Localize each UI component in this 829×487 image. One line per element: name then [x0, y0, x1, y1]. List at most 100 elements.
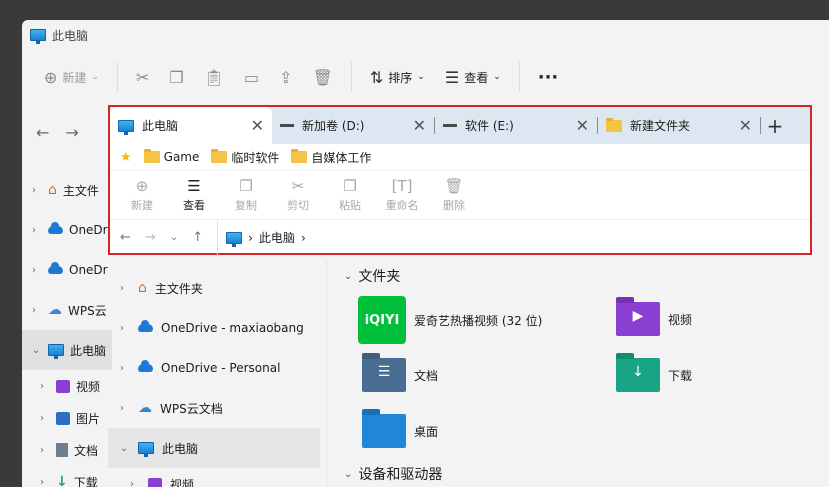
close-icon[interactable]: ✕: [739, 116, 752, 135]
inner-nav-home[interactable]: › ⌂ 主文件夹: [108, 268, 320, 308]
cloud-icon: [48, 262, 63, 274]
this-pc-icon: [118, 119, 134, 135]
cloud-icon: [138, 360, 153, 372]
ribbon-cut-button[interactable]: ✂ 剪切: [278, 177, 318, 213]
close-icon[interactable]: ✕: [413, 116, 426, 135]
chevron-right-icon: ›: [120, 322, 124, 334]
ribbon-paste-button[interactable]: ❐ 粘贴: [330, 177, 370, 213]
folder-icon: [211, 149, 228, 163]
more-button[interactable]: ···: [528, 61, 569, 93]
copy-button[interactable]: ❐: [159, 61, 193, 93]
favorite-temp-software[interactable]: 临时软件: [211, 149, 279, 166]
breadcrumb-this-pc[interactable]: 此电脑: [259, 229, 295, 246]
folder-icon: [606, 117, 622, 132]
inner-nav-pane: › ⌂ 主文件夹 › OneDrive - maxiaobang › OneDrive …: [108, 268, 320, 487]
sort-icon: ⇅: [369, 67, 384, 87]
back-forward-nav: ← →: [22, 117, 112, 147]
rename-button[interactable]: ▭: [234, 61, 269, 93]
chevron-right-icon: ›: [40, 412, 44, 424]
nav-item-wps[interactable]: › ☁ WPS云: [22, 290, 112, 330]
chevron-right-icon: ›: [40, 380, 44, 392]
divider: [116, 62, 118, 92]
copy-icon: ❐: [239, 177, 253, 195]
paste-button[interactable]: 📋︎: [194, 61, 234, 93]
inner-nav-wps[interactable]: › ☁ WPS云文档: [108, 388, 320, 428]
this-pc-icon: [30, 29, 46, 44]
video-icon: [148, 477, 162, 487]
close-icon[interactable]: ✕: [251, 116, 264, 135]
sort-button[interactable]: ⇅ 排序 ⌄: [360, 61, 435, 93]
chevron-down-icon: ⌄: [120, 442, 129, 454]
folder-item-documents[interactable]: ☰ 文档: [362, 353, 438, 392]
drives-section-header[interactable]: ⌄ 设备和驱动器: [336, 460, 829, 487]
video-folder-icon: ▶: [616, 297, 660, 336]
inner-nav-onedrive-work[interactable]: › OneDrive - maxiaobang: [108, 308, 320, 348]
content-pane: ⌄ 文件夹 iQIYI 爱奇艺热播视频 (32 位) ▶ 视频 ☰ 文档 ↓ 下载…: [336, 262, 829, 487]
star-icon: ★: [120, 149, 132, 165]
rename-icon: [T]: [391, 177, 413, 195]
forward-arrow-icon[interactable]: →: [65, 123, 78, 142]
cut-button[interactable]: ✂: [126, 61, 159, 93]
back-arrow-icon[interactable]: ←: [36, 123, 49, 142]
share-button[interactable]: ⇪: [269, 61, 302, 93]
ribbon-toolbar: ⊕ 新建 ☰ 查看 ❐ 复制 ✂ 剪切 ❐ 粘贴 [T] 重命名 🗑︎ 删除: [110, 170, 810, 220]
chevron-right-icon: ›: [32, 264, 36, 276]
tab-drive-e[interactable]: 软件 (E:) ✕: [435, 107, 597, 144]
forward-arrow-icon[interactable]: →: [145, 230, 156, 245]
folders-grid: iQIYI 爱奇艺热播视频 (32 位) ▶ 视频 ☰ 文档 ↓ 下载 桌面: [336, 290, 829, 460]
up-arrow-icon[interactable]: ↑: [192, 230, 203, 245]
this-pc-icon: [48, 344, 64, 359]
nav-item-onedrive-1[interactable]: › OneDr: [22, 210, 112, 250]
new-button[interactable]: ⊕ 新建 ⌄: [34, 61, 109, 93]
cloud-icon: [48, 222, 63, 234]
view-list-icon: ☰: [444, 67, 460, 87]
chevron-right-icon: ›: [32, 224, 36, 236]
chevron-right-icon: ›: [120, 362, 124, 374]
chevron-right-icon: ›: [120, 402, 124, 414]
folder-item-videos[interactable]: ▶ 视频: [616, 297, 692, 336]
folders-section-header[interactable]: ⌄ 文件夹: [336, 262, 829, 290]
delete-button[interactable]: 🗑︎: [303, 61, 343, 93]
favorite-media-work[interactable]: 自媒体工作: [291, 149, 371, 166]
drive-icon: [443, 124, 457, 127]
nav-item-this-pc[interactable]: ⌄ 此电脑: [22, 330, 112, 370]
chevron-right-icon: ›: [120, 282, 124, 294]
ribbon-view-button[interactable]: ☰ 查看: [174, 177, 214, 213]
chevron-right-icon: ›: [32, 184, 36, 196]
nav-item-pictures[interactable]: › 图片: [22, 402, 112, 434]
clipboard-icon: 📋︎: [203, 67, 225, 87]
tab-this-pc[interactable]: 此电脑 ✕: [110, 107, 272, 144]
inner-nav-onedrive-personal[interactable]: › OneDrive - Personal: [108, 348, 320, 388]
ribbon-copy-button[interactable]: ❐ 复制: [226, 177, 266, 213]
cloud-icon: [138, 320, 153, 332]
nav-item-home[interactable]: › ⌂ 主文件: [22, 170, 112, 210]
picture-icon: [56, 411, 70, 425]
tab-new-folder[interactable]: 新建文件夹 ✕: [598, 107, 760, 144]
recent-chevron-icon[interactable]: ⌄: [170, 232, 178, 243]
tab-drive-d[interactable]: 新加卷 (D:) ✕: [272, 107, 434, 144]
nav-item-downloads[interactable]: › ↓ 下载: [22, 466, 112, 487]
downloads-folder-icon: ↓: [616, 353, 660, 392]
nav-item-documents[interactable]: › 文档: [22, 434, 112, 466]
breadcrumb-sep-icon: ›: [300, 230, 306, 245]
folder-item-downloads[interactable]: ↓ 下载: [616, 353, 692, 392]
nav-item-videos[interactable]: › 视频: [22, 370, 112, 402]
new-tab-button[interactable]: +: [761, 107, 789, 144]
view-button[interactable]: ☰ 查看 ⌄: [435, 61, 511, 93]
inner-nav-this-pc[interactable]: ⌄ 此电脑: [108, 428, 320, 468]
nav-item-onedrive-2[interactable]: › OneDr: [22, 250, 112, 290]
back-arrow-icon[interactable]: ←: [120, 230, 131, 245]
folder-item-iqiyi[interactable]: iQIYI 爱奇艺热播视频 (32 位): [358, 296, 542, 344]
ribbon-new-button[interactable]: ⊕ 新建: [122, 177, 162, 213]
ribbon-delete-button[interactable]: 🗑︎ 删除: [434, 177, 474, 213]
address-bar[interactable]: › 此电脑 ›: [217, 220, 306, 255]
folder-icon: [143, 149, 160, 163]
favorite-game[interactable]: Game: [143, 149, 199, 164]
inner-nav-videos[interactable]: › 视频: [108, 468, 320, 487]
chevron-right-icon: ›: [32, 304, 36, 316]
plus-circle-icon: ⊕: [44, 67, 58, 87]
folder-item-desktop[interactable]: 桌面: [362, 409, 438, 448]
drive-icon: [280, 124, 294, 127]
ribbon-rename-button[interactable]: [T] 重命名: [382, 177, 422, 213]
close-icon[interactable]: ✕: [576, 116, 589, 135]
